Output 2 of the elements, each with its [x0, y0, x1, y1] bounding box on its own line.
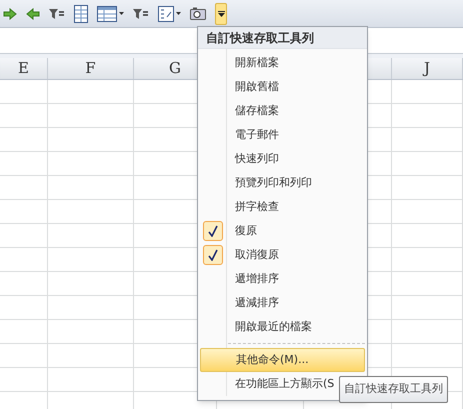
- tooltip: 自訂快速存取工具列: [339, 376, 448, 402]
- menu-title: 自訂快速存取工具列: [198, 27, 367, 49]
